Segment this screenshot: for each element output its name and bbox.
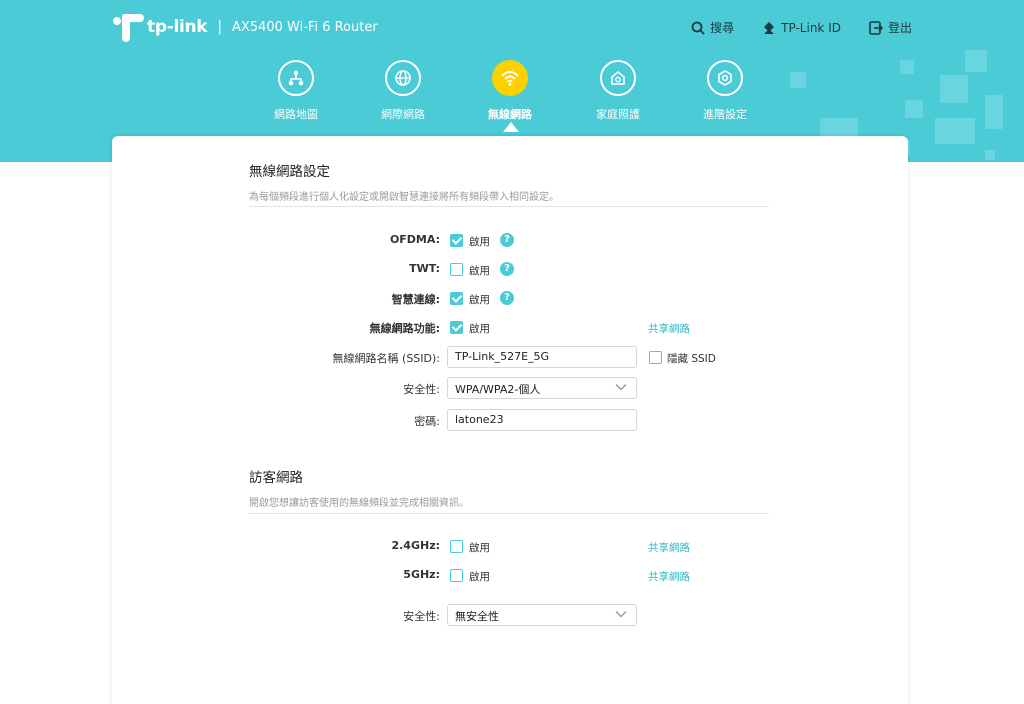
twt-checkbox-text: 啟用 xyxy=(469,265,490,277)
ssid-row: 無線網路名稱 (SSID): TP-Link_527E_5G 隱藏 SSID xyxy=(112,346,908,368)
wireless-function-row: 無線網路功能: 啟用 共享網路 xyxy=(112,318,908,338)
guest-security-label: 安全性: xyxy=(403,610,440,623)
nav-advanced[interactable]: 進階設定 xyxy=(689,60,761,122)
search-label: 搜尋 xyxy=(710,21,735,35)
decor-square xyxy=(965,50,987,72)
wireless-function-checkbox-text: 啟用 xyxy=(469,323,490,335)
wireless-settings-title: 無線網路設定 xyxy=(249,164,330,180)
guest-5ghz-label: 5GHz: xyxy=(403,568,440,581)
search-icon xyxy=(691,21,705,35)
decor-square xyxy=(790,72,806,88)
ofdma-checkbox[interactable] xyxy=(450,234,463,247)
decor-square xyxy=(935,118,975,144)
guest-security-select-value: 無安全性 xyxy=(455,610,499,623)
ofdma-label: OFDMA: xyxy=(389,233,440,246)
smart-connect-checkbox-text: 啟用 xyxy=(469,294,490,306)
logout-icon xyxy=(869,20,883,35)
password-row: 密碼: latone23 xyxy=(112,409,908,431)
password-label: 密碼: xyxy=(414,415,440,428)
nav-wireless[interactable]: 無線網路 xyxy=(474,60,546,122)
guest-24ghz-checkbox-text: 啟用 xyxy=(469,542,490,554)
ssid-label: 無線網路名稱 (SSID): xyxy=(332,352,440,365)
nav-network-map[interactable]: 網路地圖 xyxy=(260,60,332,122)
guest-5ghz-row: 5GHz: 啟用 共享網路 xyxy=(112,566,908,586)
brand-separator: | xyxy=(217,19,223,35)
top-links: 搜尋 TP-Link ID 登出 xyxy=(691,19,912,36)
guest-24ghz-label: 2.4GHz: xyxy=(391,539,440,552)
guest-5ghz-share-link[interactable]: 共享網路 xyxy=(648,569,690,584)
home-care-icon xyxy=(600,60,636,96)
nav-label: 無線網路 xyxy=(488,108,532,121)
twt-label: TWT: xyxy=(409,262,440,275)
tp-link-logo-icon xyxy=(112,12,144,42)
guest-network-title: 訪客網路 xyxy=(249,470,303,486)
brand-logo[interactable]: tp-link | AX5400 Wi-Fi 6 Router xyxy=(112,12,378,42)
logout-link[interactable]: 登出 xyxy=(869,19,912,36)
nav-label: 進階設定 xyxy=(703,108,747,121)
hide-ssid-label: 隱藏 SSID xyxy=(667,353,716,365)
section-divider xyxy=(249,513,769,514)
section-divider xyxy=(249,206,769,207)
smart-connect-label: 智慧連線: xyxy=(391,293,440,306)
tplink-id-link[interactable]: TP-Link ID xyxy=(762,19,841,36)
chevron-down-icon xyxy=(615,384,627,391)
guest-security-row: 安全性: 無安全性 xyxy=(112,604,908,626)
guest-network-description: 開啟您想讓訪客使用的無線頻段並完成相關資訊。 xyxy=(249,498,469,509)
wireless-function-label: 無線網路功能: xyxy=(369,322,440,335)
twt-row: TWT: 啟用 ? xyxy=(112,260,908,280)
tplink-id-label: TP-Link ID xyxy=(781,20,841,35)
nav-label: 網路地圖 xyxy=(274,108,318,121)
chevron-down-icon xyxy=(615,611,627,618)
guest-24ghz-checkbox[interactable] xyxy=(450,540,463,553)
security-select-value: WPA/WPA2-個人 xyxy=(455,383,541,396)
twt-checkbox[interactable] xyxy=(450,263,463,276)
user-id-icon xyxy=(764,21,775,34)
guest-5ghz-checkbox[interactable] xyxy=(450,569,463,582)
ofdma-checkbox-text: 啟用 xyxy=(469,236,490,248)
security-label: 安全性: xyxy=(403,383,440,396)
wireless-settings-description: 為每個頻段進行個人化設定或開啟智慧連接將所有頻段帶入相同設定。 xyxy=(249,192,559,203)
security-select[interactable]: WPA/WPA2-個人 xyxy=(447,377,637,399)
security-row: 安全性: WPA/WPA2-個人 xyxy=(112,377,908,399)
wifi-icon xyxy=(492,60,528,96)
settings-panel: 無線網路設定 為每個頻段進行個人化設定或開啟智慧連接將所有頻段帶入相同設定。 O… xyxy=(112,136,908,704)
nav-label: 網際網路 xyxy=(381,108,425,121)
nav-home-care[interactable]: 家庭照護 xyxy=(582,60,654,122)
smart-connect-checkbox[interactable] xyxy=(450,292,463,305)
smart-connect-row: 智慧連線: 啟用 ? xyxy=(112,289,908,309)
logout-label: 登出 xyxy=(887,21,912,35)
guest-24ghz-share-link[interactable]: 共享網路 xyxy=(648,540,690,555)
hide-ssid-checkbox[interactable] xyxy=(649,351,662,364)
guest-security-select[interactable]: 無安全性 xyxy=(447,604,637,626)
share-network-link[interactable]: 共享網路 xyxy=(648,321,690,336)
decor-square xyxy=(900,60,914,74)
active-nav-pointer xyxy=(503,122,519,132)
ofdma-row: OFDMA: 啟用 ? xyxy=(112,231,908,251)
guest-24ghz-row: 2.4GHz: 啟用 共享網路 xyxy=(112,537,908,557)
password-input[interactable]: latone23 xyxy=(447,409,637,431)
decor-square xyxy=(985,150,995,160)
smart-connect-help-icon[interactable]: ? xyxy=(500,291,514,305)
nav-label: 家庭照護 xyxy=(596,108,640,121)
search-link[interactable]: 搜尋 xyxy=(691,19,734,36)
globe-icon xyxy=(385,60,421,96)
ssid-input[interactable]: TP-Link_527E_5G xyxy=(447,346,637,368)
network-map-icon xyxy=(278,60,314,96)
decor-square xyxy=(905,100,923,118)
twt-help-icon[interactable]: ? xyxy=(500,262,514,276)
nav-internet[interactable]: 網際網路 xyxy=(367,60,439,122)
gear-icon xyxy=(707,60,743,96)
decor-square xyxy=(940,75,968,103)
guest-5ghz-checkbox-text: 啟用 xyxy=(469,571,490,583)
wireless-function-checkbox[interactable] xyxy=(450,321,463,334)
router-model: AX5400 Wi-Fi 6 Router xyxy=(232,19,378,35)
decor-square xyxy=(985,95,1003,129)
brand-name: tp-link xyxy=(147,17,208,37)
ofdma-help-icon[interactable]: ? xyxy=(500,233,514,247)
